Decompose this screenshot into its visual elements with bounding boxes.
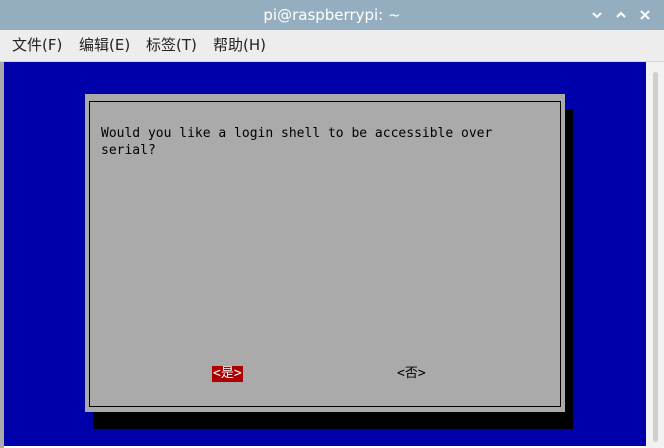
window-title: pi@raspberrypi: ~ — [263, 6, 401, 24]
menu-file[interactable]: 文件(F) — [12, 30, 62, 61]
dialog-message: Would you like a login shell to be acces… — [101, 126, 493, 158]
menu-edit[interactable]: 编辑(E) — [79, 30, 130, 61]
no-button[interactable]: <否> — [396, 366, 427, 382]
yes-button[interactable]: <是> — [212, 366, 243, 382]
chevron-up-icon[interactable] — [611, 5, 631, 25]
menu-bar: 文件(F) 编辑(E) 标签(T) 帮助(H) — [0, 30, 664, 62]
chevron-down-icon[interactable] — [587, 5, 607, 25]
confirm-dialog: Would you like a login shell to be acces… — [85, 94, 565, 412]
title-bar[interactable]: pi@raspberrypi: ~ — [0, 0, 664, 30]
scrollbar-thumb[interactable] — [653, 72, 658, 442]
terminal-scrollbar[interactable] — [646, 62, 664, 448]
menu-help[interactable]: 帮助(H) — [213, 30, 266, 61]
menu-tabs[interactable]: 标签(T) — [146, 30, 197, 61]
close-icon[interactable] — [635, 5, 655, 25]
